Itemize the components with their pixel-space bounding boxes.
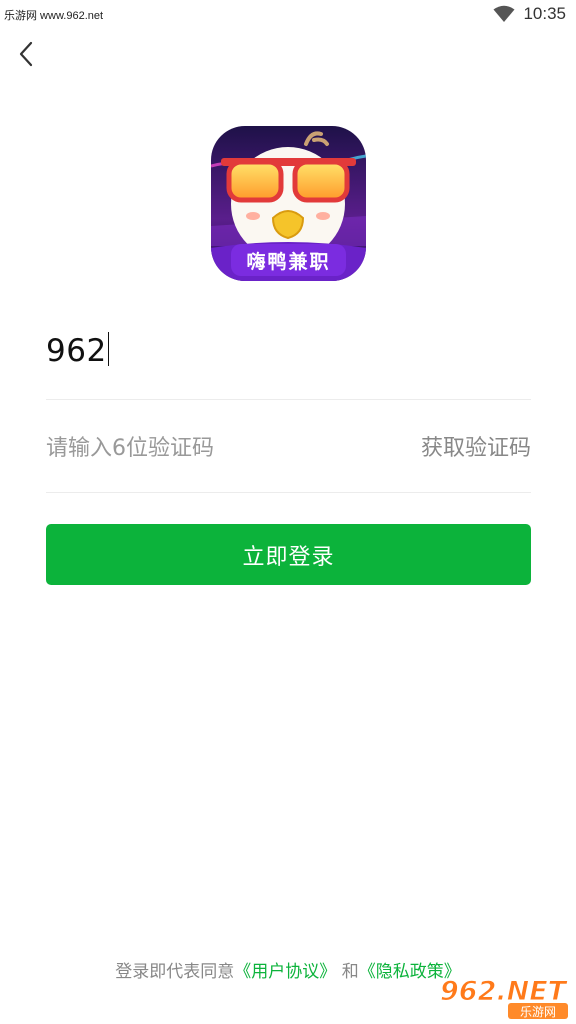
login-button[interactable]: 立即登录	[46, 524, 531, 585]
get-code-button[interactable]: 获取验证码	[421, 430, 531, 462]
login-button-label: 立即登录	[242, 544, 335, 570]
logo-app-name: 嗨鸭兼职	[246, 250, 330, 273]
watermark-site: 乐游网	[520, 1005, 556, 1019]
wifi-icon	[493, 5, 515, 23]
agreement-prefix: 登录即代表同意	[115, 962, 235, 982]
code-field[interactable]: 请输入6位验证码 获取验证码	[46, 400, 531, 493]
phone-input-value: 962	[46, 333, 107, 369]
phone-input[interactable]: 962	[46, 332, 109, 369]
text-caret	[107, 332, 109, 366]
status-time: 10:35	[523, 4, 566, 23]
watermark-logo: 962.NET 乐游网	[436, 970, 570, 1020]
agreement-joiner: 和	[336, 962, 359, 982]
status-right: 10:35	[493, 4, 566, 24]
watermark-brand: 962.NET	[440, 976, 569, 1007]
status-site-text: 乐游网 www.962.net	[4, 10, 104, 22]
chevron-left-icon	[18, 41, 34, 71]
status-bar: 乐游网 www.962.net 10:35	[0, 0, 576, 32]
phone-field[interactable]: 962	[46, 320, 531, 400]
back-button[interactable]	[12, 40, 40, 72]
app-logo: 嗨鸭兼职	[211, 126, 366, 281]
user-agreement-link[interactable]: 《用户协议》	[234, 962, 336, 982]
code-input-placeholder[interactable]: 请输入6位验证码	[46, 430, 214, 462]
